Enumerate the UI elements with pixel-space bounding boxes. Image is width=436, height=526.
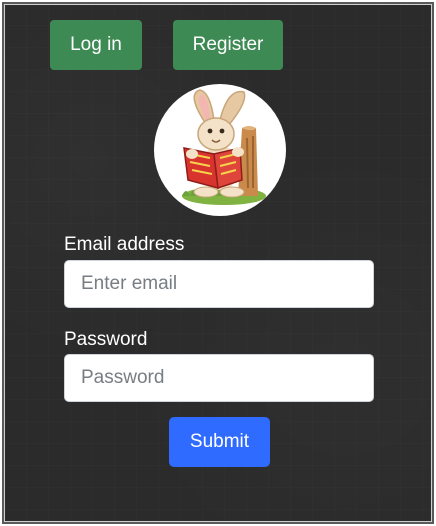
submit-button[interactable]: Submit — [169, 417, 270, 467]
email-label: Email address — [64, 234, 185, 255]
password-field[interactable] — [64, 354, 374, 402]
page-frame: Log in Register Email address Enter emai… — [2, 2, 434, 524]
register-button[interactable]: Register — [173, 20, 283, 70]
avatar — [154, 84, 286, 216]
bunny-reading-book-icon — [182, 89, 266, 205]
password-label: Password — [64, 329, 148, 350]
login-button[interactable]: Log in — [50, 20, 142, 70]
email-field[interactable] — [64, 260, 374, 308]
